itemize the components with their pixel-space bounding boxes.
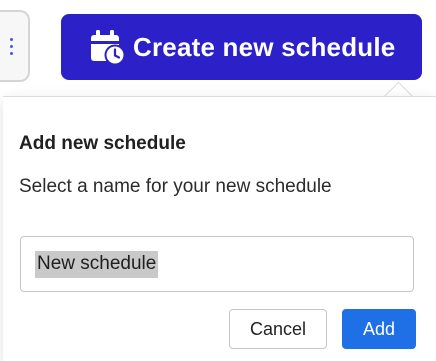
more-vertical-icon [10, 38, 14, 56]
add-schedule-popover: Add new schedule Select a name for your … [3, 96, 436, 361]
schedule-name-value: New schedule [35, 250, 159, 278]
cancel-button[interactable]: Cancel [229, 309, 327, 349]
popover-description: Select a name for your new schedule [19, 176, 332, 197]
screen: Create new schedule Add new schedule Sel… [0, 0, 436, 361]
create-new-schedule-button[interactable]: Create new schedule [61, 14, 422, 80]
more-options-button[interactable] [0, 10, 30, 82]
add-button[interactable]: Add [342, 309, 416, 349]
create-new-schedule-label: Create new schedule [133, 31, 396, 62]
calendar-clock-icon [85, 25, 129, 69]
popover-title: Add new schedule [19, 133, 186, 154]
schedule-name-input[interactable]: New schedule [20, 236, 414, 292]
